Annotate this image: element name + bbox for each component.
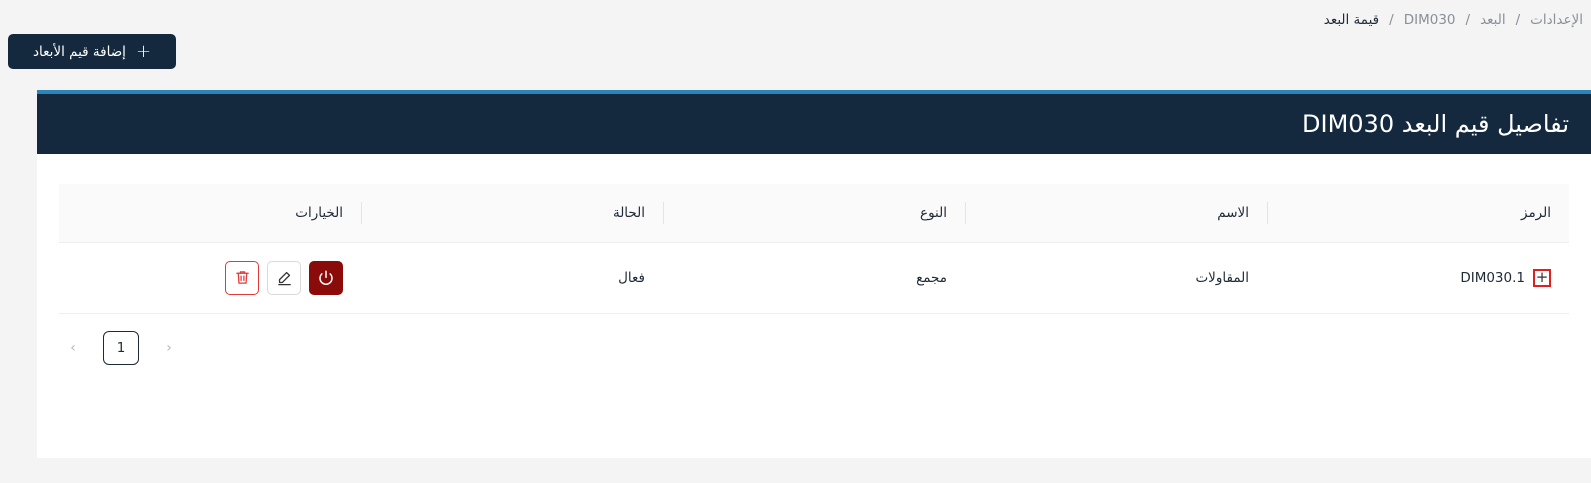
breadcrumb: الإعدادات / البعد / DIM030 / قيمة البعد bbox=[1324, 12, 1583, 28]
page-title: تفاصيل قيم البعد DIM030 bbox=[1302, 110, 1569, 138]
edit-icon bbox=[277, 271, 291, 286]
cell-code: + DIM030.1 bbox=[1267, 242, 1569, 314]
column-header-options: الخيارات bbox=[59, 184, 361, 243]
column-header-name[interactable]: الاسم bbox=[965, 184, 1267, 243]
delete-button[interactable] bbox=[225, 260, 259, 295]
column-header-status[interactable]: الحالة bbox=[361, 184, 663, 243]
breadcrumb-item-dimension[interactable]: البعد bbox=[1480, 12, 1506, 28]
table-header-row: الرمز الاسم النوع الحالة الخيارات bbox=[59, 184, 1569, 243]
power-icon bbox=[319, 270, 333, 285]
previous-page-icon[interactable]: ‹ bbox=[67, 340, 79, 356]
column-header-code[interactable]: الرمز bbox=[1267, 184, 1569, 243]
dimension-values-card: تفاصيل قيم البعد DIM030 الرمز الاسم النو… bbox=[37, 90, 1591, 458]
page: الإعدادات / البعد / DIM030 / قيمة البعد … bbox=[0, 0, 1591, 483]
plus-icon: + bbox=[1535, 268, 1549, 286]
trash-icon bbox=[235, 271, 249, 284]
cell-options bbox=[59, 242, 361, 314]
breadcrumb-separator: / bbox=[1515, 12, 1521, 28]
edit-button[interactable] bbox=[267, 260, 301, 295]
row-code: DIM030.1 bbox=[1460, 269, 1525, 286]
add-button-label: إضافة قيم الأبعاد bbox=[32, 43, 126, 60]
plus-icon: + bbox=[135, 40, 152, 62]
breadcrumb-item-dim030[interactable]: DIM030 bbox=[1404, 12, 1456, 28]
cell-type: مجمع bbox=[663, 242, 965, 314]
pagination: ‹ 1 › bbox=[67, 331, 175, 365]
column-header-type[interactable]: النوع bbox=[663, 184, 965, 243]
toggle-status-button[interactable] bbox=[309, 260, 343, 295]
breadcrumb-current: قيمة البعد bbox=[1323, 12, 1380, 28]
card-header: تفاصيل قيم البعد DIM030 bbox=[37, 94, 1591, 154]
cell-name: المقاولات bbox=[965, 242, 1267, 314]
page-number-current[interactable]: 1 bbox=[103, 331, 139, 365]
breadcrumb-item-settings[interactable]: الإعدادات bbox=[1530, 12, 1583, 28]
breadcrumb-separator: / bbox=[1389, 12, 1394, 28]
expand-row-button[interactable]: + bbox=[1533, 268, 1551, 287]
breadcrumb-separator: / bbox=[1465, 12, 1471, 28]
cell-status: فعال bbox=[361, 242, 663, 314]
table-row: + DIM030.1 المقاولات مجمع فعال bbox=[59, 242, 1569, 314]
dimension-values-table: الرمز الاسم النوع الحالة الخيارات + DIM0… bbox=[59, 184, 1569, 314]
next-page-icon[interactable]: › bbox=[163, 340, 175, 356]
add-dimension-values-button[interactable]: + إضافة قيم الأبعاد bbox=[8, 34, 176, 69]
